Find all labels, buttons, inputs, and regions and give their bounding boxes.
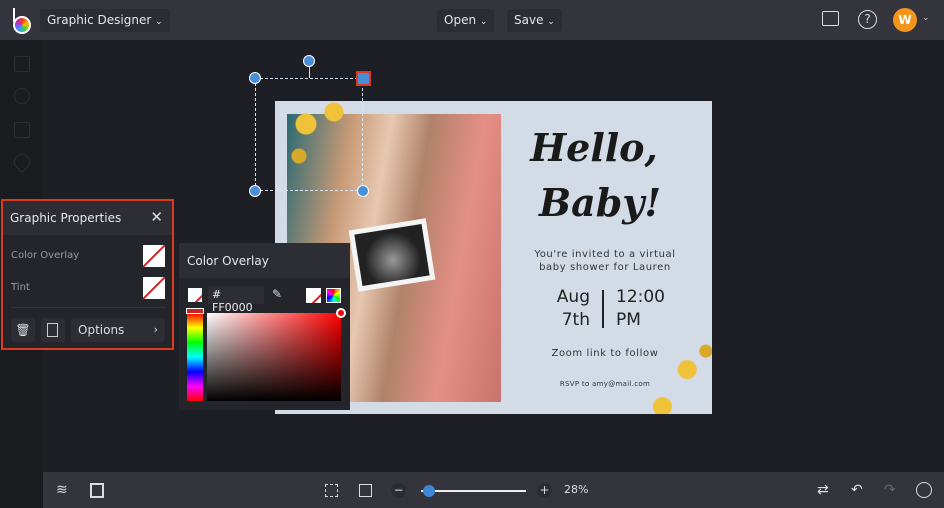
delete-button[interactable]: 🗑 — [11, 318, 35, 342]
open-button[interactable]: Open ⌄ — [437, 9, 495, 32]
zoom-level: 28% — [564, 483, 589, 496]
date-month: Aug — [556, 287, 590, 307]
bottom-bar: ≋ − + 28% ⇄ ↶ ↷ — [0, 472, 944, 508]
rotate-handle[interactable] — [303, 55, 315, 67]
saturation-picker[interactable] — [207, 313, 341, 401]
swap-icon[interactable]: ⇄ — [817, 482, 829, 498]
layers-icon[interactable]: ≋ — [56, 482, 68, 498]
chevron-down-icon: ⌄ — [547, 17, 555, 27]
time-ampm: PM — [616, 310, 641, 330]
divider — [11, 307, 166, 308]
time-text[interactable]: 12:00 PM — [616, 286, 665, 332]
app-logo[interactable] — [12, 8, 32, 34]
resize-handle-bottom-left[interactable] — [249, 185, 261, 197]
tint-label: Tint — [11, 282, 30, 293]
open-label: Open — [444, 13, 477, 27]
app-switcher-button[interactable]: Graphic Designer ⌄ — [40, 9, 170, 32]
layout-icon[interactable] — [90, 483, 104, 498]
undo-icon[interactable]: ↶ — [851, 482, 863, 498]
saturation-picker-handle[interactable] — [336, 308, 346, 318]
save-label: Save — [514, 13, 544, 27]
hue-slider[interactable] — [187, 313, 203, 401]
panel-title: Graphic Properties — [10, 211, 122, 225]
adjust-icon[interactable] — [14, 88, 30, 104]
trash-icon: 🗑 — [15, 323, 31, 337]
divider — [602, 290, 604, 328]
options-button[interactable]: Options › — [71, 318, 165, 342]
image-icon[interactable] — [14, 56, 30, 72]
options-label: Options — [78, 323, 125, 337]
zoom-slider-handle[interactable] — [423, 485, 436, 497]
invite-line-1[interactable]: You're invited to a virtual — [500, 249, 710, 260]
time-hour: 12:00 — [616, 287, 665, 307]
selection-box[interactable] — [255, 78, 363, 191]
heart-icon[interactable] — [10, 150, 34, 174]
color-palette-icon[interactable] — [326, 288, 341, 303]
hue-slider-handle[interactable] — [186, 308, 204, 314]
zoom-out-button[interactable]: − — [391, 483, 406, 498]
eyedropper-icon[interactable]: ✎ — [272, 287, 282, 301]
color-overlay-label: Color Overlay — [11, 250, 80, 261]
chevron-down-icon: ⌄ — [155, 17, 163, 27]
transparent-swatch[interactable] — [306, 288, 321, 303]
color-overlay-popup: Color Overlay # FF0000 ✎ — [179, 243, 350, 410]
chevron-down-icon[interactable]: ⌄ — [922, 13, 930, 23]
panel-header: Graphic Properties ✕ — [3, 201, 172, 235]
resize-handle-bottom-right[interactable] — [357, 185, 369, 197]
zoom-note[interactable]: Zoom link to follow — [500, 348, 710, 359]
chevron-right-icon: › — [153, 323, 158, 336]
top-bar: Graphic Designer ⌄ Open ⌄ Save ⌄ ? W ⌄ — [0, 0, 944, 40]
ultrasound-photo — [348, 218, 436, 292]
grid-icon[interactable] — [14, 122, 30, 138]
avatar[interactable]: W — [893, 8, 917, 32]
color-overlay-swatch[interactable] — [143, 245, 165, 267]
resize-handle-top-right[interactable] — [356, 71, 371, 86]
zoom-in-button[interactable]: + — [537, 483, 552, 498]
duplicate-icon — [47, 323, 58, 337]
duplicate-button[interactable] — [41, 318, 65, 342]
headline-baby[interactable]: Baby! — [500, 180, 700, 225]
chevron-down-icon: ⌄ — [479, 17, 488, 27]
redo-icon: ↷ — [884, 482, 896, 498]
fit-screen-icon[interactable] — [325, 484, 338, 497]
date-text[interactable]: Aug 7th — [540, 286, 590, 332]
history-icon[interactable] — [916, 482, 932, 498]
help-icon[interactable]: ? — [858, 10, 877, 29]
popup-title: Color Overlay — [179, 243, 350, 278]
comments-icon[interactable] — [822, 11, 839, 26]
date-day: 7th — [561, 310, 590, 330]
app-name: Graphic Designer — [47, 13, 152, 27]
invite-line-2[interactable]: baby shower for Lauren — [500, 262, 710, 273]
resize-handle-top-left[interactable] — [249, 72, 261, 84]
graphic-properties-panel: Graphic Properties ✕ Color Overlay Tint … — [1, 199, 174, 350]
close-icon[interactable]: ✕ — [150, 208, 163, 226]
no-color-swatch[interactable] — [188, 288, 202, 302]
headline-hello[interactable]: Hello, — [494, 125, 694, 170]
hex-input[interactable]: # FF0000 — [208, 286, 264, 314]
rsvp-text[interactable]: RSVP to amy@mail.com — [500, 380, 710, 388]
expand-icon[interactable] — [359, 484, 372, 497]
tint-swatch[interactable] — [143, 277, 165, 299]
rotate-line — [309, 66, 310, 78]
save-button[interactable]: Save ⌄ — [507, 9, 562, 32]
zoom-slider[interactable] — [421, 490, 526, 492]
